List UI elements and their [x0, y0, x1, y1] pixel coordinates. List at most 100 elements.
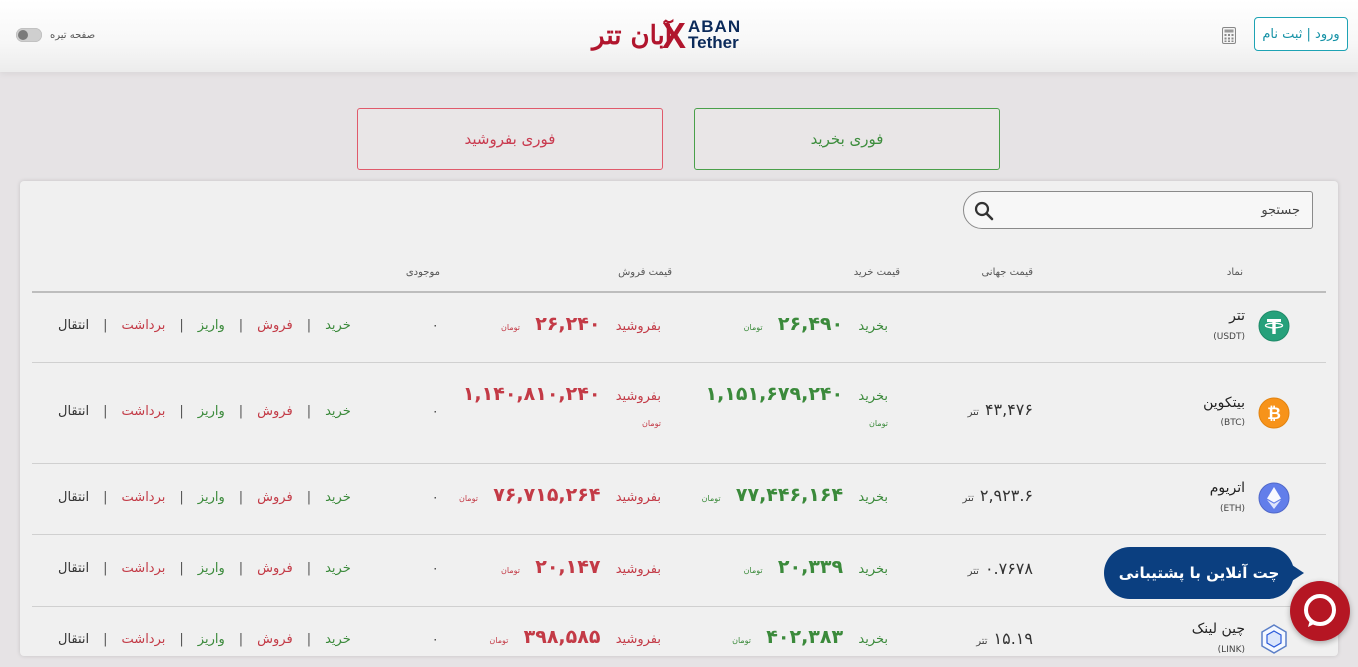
coin-name: تتر [1229, 308, 1245, 324]
transfer-link[interactable]: انتقال [58, 318, 89, 333]
buy-link[interactable]: خرید [325, 490, 351, 505]
buy-value: ۴۰۲,۳۸۳ [766, 626, 844, 648]
logo-fa-text: آبان تتر [592, 21, 672, 51]
buy-link[interactable]: خرید [325, 318, 351, 333]
header-sell-price: قیمت فروش [618, 267, 672, 278]
search-icon[interactable] [974, 201, 994, 221]
table-row: اتریوم (ETH) ۲,۹۲۳.۶ تتر بخرید ۷۷,۴۴۶,۱۶۴… [32, 464, 1326, 535]
world-price: ۰.۷۶۷۸ تتر [968, 559, 1033, 578]
withdraw-link[interactable]: برداشت [122, 490, 166, 505]
deposit-link[interactable]: واریز [198, 490, 225, 505]
header-buy-price: قیمت خرید [853, 267, 900, 278]
sell-price-cell: بفروشید ۷۶,۷۱۵,۲۶۴ تومان [459, 484, 661, 506]
deposit-link[interactable]: واریز [198, 632, 225, 647]
sell-link[interactable]: فروش [257, 632, 293, 647]
buy-value: ۲۰,۳۳۹ [777, 556, 844, 578]
sell-value: ۳۹۸,۵۸۵ [523, 626, 601, 648]
deposit-link[interactable]: واریز [198, 561, 225, 576]
world-price: ۴۳,۴۷۶ تتر [968, 400, 1033, 419]
buy-link[interactable]: خرید [325, 632, 351, 647]
buy-price-cell: بخرید ۲۰,۳۳۹ تومان [744, 556, 888, 578]
withdraw-link[interactable]: برداشت [122, 404, 166, 419]
buy-link[interactable]: خرید [325, 404, 351, 419]
world-unit: تتر [962, 493, 974, 504]
world-price: ۲,۹۲۳.۶ تتر [963, 486, 1033, 505]
header-symbol: نماد [1226, 267, 1243, 278]
transfer-link[interactable]: انتقال [58, 490, 89, 505]
coin-symbol: (BTC) [1220, 418, 1245, 428]
sell-label: بفروشید [615, 319, 661, 334]
search-input[interactable]: جستجو [963, 191, 1313, 229]
search-placeholder: جستجو [1261, 203, 1300, 218]
sell-link[interactable]: فروش [257, 404, 293, 419]
world-price: ۱۵.۱۹ تتر [976, 629, 1033, 648]
deposit-link[interactable]: واریز [198, 318, 225, 333]
sell-link[interactable]: فروش [257, 318, 293, 333]
transfer-link[interactable]: انتقال [58, 404, 89, 419]
instant-sell-button[interactable]: فوری بفروشید [357, 108, 663, 170]
site-header: صفحه تیره آبان تتر X ABAN Tether ورود | … [0, 0, 1358, 72]
row-actions: انتقال | برداشت | واریز | فروش | خرید [58, 404, 351, 419]
transfer-link[interactable]: انتقال [58, 632, 89, 647]
sell-price-cell: بفروشید ۳۹۸,۵۸۵ تومان [489, 626, 661, 648]
buy-label: بخرید [858, 562, 888, 577]
coin-symbol: (LINK) [1217, 645, 1245, 655]
buy-label: بخرید [858, 632, 888, 647]
row-actions: انتقال | برداشت | واریز | فروش | خرید [58, 490, 351, 505]
world-unit: تتر [967, 566, 979, 577]
buy-link[interactable]: خرید [325, 561, 351, 576]
table-row: ₿ بیتکوین (BTC) ۴۳,۴۷۶ تتر بخرید ۱,۱۵۱,۶۷… [32, 363, 1326, 464]
row-actions: انتقال | برداشت | واریز | فروش | خرید [58, 318, 351, 333]
sell-unit: تومان [501, 566, 520, 575]
withdraw-link[interactable]: برداشت [122, 318, 166, 333]
balance-value: ۰ [432, 561, 439, 575]
sell-price-cell: بفروشید ۱,۱۴۰,۸۱۰,۲۴۰ [463, 383, 661, 405]
buy-unit: تومان [732, 636, 752, 645]
sell-value: ۲۰,۱۴۷ [535, 556, 601, 578]
balance-value: ۰ [432, 318, 439, 332]
logo-tether-text: Tether [688, 33, 739, 52]
header-balance: موجودی [405, 267, 440, 278]
withdraw-link[interactable]: برداشت [122, 561, 166, 576]
coin-symbol: (USDT) [1213, 332, 1245, 342]
coin-name: چین لینک [1191, 621, 1245, 637]
sell-value: ۷۶,۷۱۵,۲۶۴ [493, 484, 601, 506]
buy-price-cell: بخرید ۴۰۲,۳۸۳ تومان [732, 626, 888, 648]
sell-label: بفروشید [615, 389, 661, 404]
bitcoin-icon: ₿ [1258, 397, 1290, 429]
sell-label: بفروشید [615, 562, 661, 577]
sell-unit: تومان [458, 494, 478, 503]
withdraw-link[interactable]: برداشت [122, 632, 166, 647]
coin-name: اتریوم [1209, 480, 1245, 496]
instant-buy-button[interactable]: فوری بخرید [694, 108, 1000, 170]
login-register-button[interactable]: ورود | ثبت نام [1254, 17, 1348, 51]
calculator-icon[interactable] [1222, 27, 1236, 44]
chat-button[interactable] [1290, 581, 1350, 641]
deposit-link[interactable]: واریز [198, 404, 225, 419]
dark-mode-toggle[interactable]: صفحه تیره [16, 26, 95, 44]
row-actions: انتقال | برداشت | واریز | فروش | خرید [58, 632, 351, 647]
buy-unit: تومان [743, 566, 763, 575]
ethereum-icon [1258, 482, 1290, 514]
sell-unit: تومان [489, 636, 509, 645]
sell-price-cell: بفروشید ۲۰,۱۴۷ تومان [501, 556, 661, 578]
sell-link[interactable]: فروش [257, 490, 293, 505]
chat-icon [1304, 594, 1336, 627]
svg-text:₿: ₿ [1267, 404, 1281, 424]
table-row: تتر (USDT) بخرید ۲۶,۴۹۰ تومان بفروشید ۲۶… [32, 292, 1326, 363]
coin-symbol: (ETH) [1220, 504, 1245, 514]
buy-value: ۱,۱۵۱,۶۷۹,۲۴۰ [705, 383, 844, 405]
buy-unit: تومان [701, 494, 721, 503]
sell-price-cell: بفروشید ۲۶,۲۴۰ تومان [501, 313, 661, 335]
header-world-price: قیمت جهانی [981, 267, 1033, 278]
sell-link[interactable]: فروش [257, 561, 293, 576]
chainlink-icon [1261, 624, 1287, 654]
transfer-link[interactable]: انتقال [58, 561, 89, 576]
world-value: ۰.۷۶۷۸ [984, 559, 1033, 578]
dark-mode-label: صفحه تیره [50, 29, 96, 41]
balance-value: ۰ [432, 404, 439, 418]
tether-icon [1258, 310, 1290, 342]
toggle-switch[interactable] [16, 28, 42, 42]
balance-value: ۰ [432, 632, 439, 646]
chat-support-bubble[interactable]: چت آنلاین با پشتیبانی [1104, 547, 1304, 599]
